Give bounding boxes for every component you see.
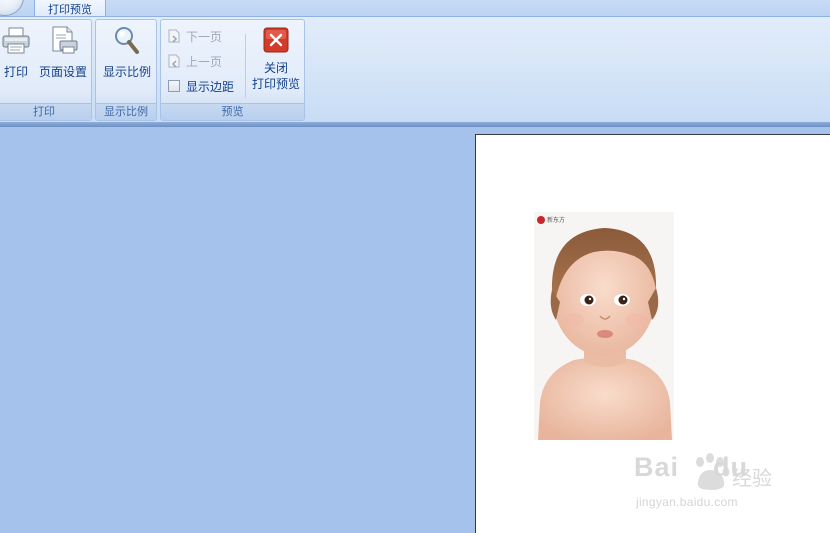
page-setup-button[interactable]: 页面设置 [37, 24, 89, 80]
previous-page-icon [167, 54, 181, 68]
watermark-brand: Bai du [634, 452, 748, 483]
baidu-watermark: Bai du 经验 jingyan.baidu.com [634, 452, 794, 512]
printer-icon [0, 24, 32, 56]
preview-separator [245, 34, 246, 98]
group-print: 打印 页面设置 打印 [0, 19, 92, 121]
print-button[interactable]: 打印 [0, 24, 33, 80]
group-print-label: 打印 [0, 103, 91, 120]
next-page-button[interactable]: 下一页 [167, 26, 222, 46]
watermark-url: jingyan.baidu.com [636, 495, 738, 509]
baby-photo: 新东方 [534, 212, 674, 440]
group-preview-label: 预览 [161, 103, 304, 120]
next-page-label: 下一页 [186, 29, 223, 44]
close-preview-label-line2: 打印预览 [251, 77, 300, 91]
checkbox-box[interactable] [168, 80, 180, 92]
ribbon-tab-strip: 打印预览 [0, 0, 830, 17]
show-margins-checkbox[interactable]: 显示边距 [168, 76, 234, 96]
logo-mark [537, 215, 545, 224]
group-zoom: 显示比例 显示比例 [95, 19, 157, 121]
previous-page-button[interactable]: 上一页 [167, 51, 222, 71]
magnifier-icon [111, 24, 143, 56]
baby-illustration [534, 212, 674, 440]
close-preview-label: 关闭 打印预览 [252, 60, 300, 92]
page-setup-label: 页面设置 [38, 65, 87, 79]
previous-page-label: 上一页 [186, 54, 223, 69]
tab-print-preview[interactable]: 打印预览 [34, 0, 106, 17]
watermark-brand-bai: Bai [634, 452, 680, 482]
photo-logo: 新东方 [537, 215, 565, 224]
close-preview-button[interactable]: 关闭 打印预览 [249, 24, 303, 92]
ribbon: 打印 页面设置 打印 显示比例 显示比例 下一页 上一页 显示边距 关闭 打印预… [0, 16, 830, 122]
page-setup-icon [47, 24, 79, 56]
photo-logo-text: 新东方 [547, 217, 566, 224]
show-margins-label: 显示边距 [186, 79, 235, 94]
watermark-product: 经验 [732, 466, 772, 490]
office-button[interactable] [0, 0, 24, 16]
zoom-button[interactable]: 显示比例 [100, 24, 154, 80]
next-page-icon [167, 29, 181, 43]
zoom-button-label: 显示比例 [102, 65, 151, 79]
print-button-label: 打印 [3, 65, 28, 79]
group-preview: 下一页 上一页 显示边距 关闭 打印预览 预览 [160, 19, 305, 121]
close-preview-label-line1: 关闭 [263, 61, 288, 75]
group-zoom-label: 显示比例 [96, 103, 156, 120]
close-icon [260, 24, 292, 56]
